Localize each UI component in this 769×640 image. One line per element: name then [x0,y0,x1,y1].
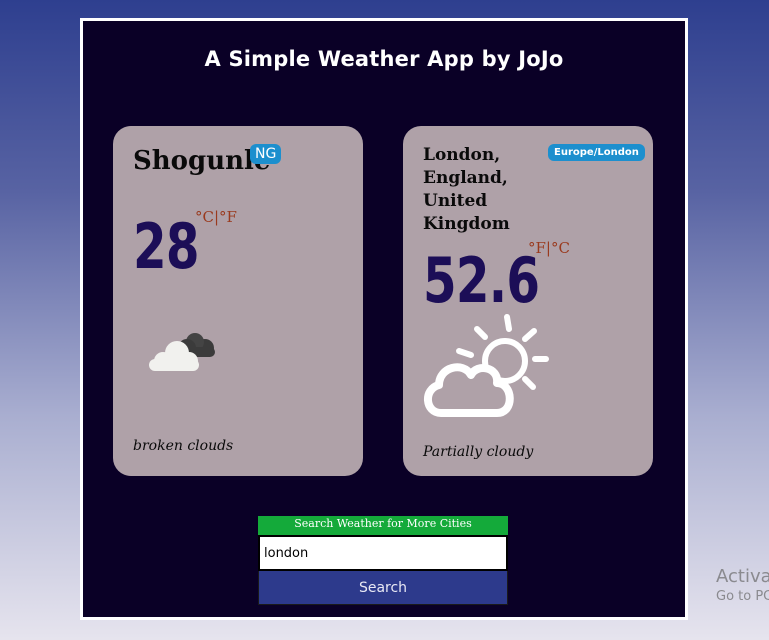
weather-card-london: London, England, United Kingdom Europe/L… [403,126,653,476]
country-badge: NG [250,144,282,164]
city-name: London, England, United Kingdom [423,145,510,234]
partly-cloudy-icon [419,309,559,433]
app-title: A Simple Weather App by JoJo [204,47,564,71]
watermark-title: Activa [716,566,769,587]
watermark-subtitle: Go to PC [716,589,769,604]
weather-description: Partially cloudy [423,444,534,460]
temperature-value: 28 [133,210,200,283]
weather-app: A Simple Weather App by JoJo Shogunle NG… [80,18,688,620]
broken-clouds-icon [143,331,223,385]
unit-toggle[interactable]: °F|°C [528,239,570,257]
search-button[interactable]: Search [258,571,508,605]
search-panel: Search Weather for More Cities Search [258,516,508,605]
unit-toggle[interactable]: °C|°F [195,208,237,226]
weather-description: broken clouds [133,438,234,454]
search-label: Search Weather for More Cities [258,516,508,535]
timezone-badge: Europe/London [548,144,645,161]
search-input[interactable] [258,535,508,571]
activation-watermark: Activa Go to PC [716,566,769,604]
weather-card-shogunle: Shogunle NG 28 °C|°F broken clouds [113,126,363,476]
temperature-value: 52.6 [423,244,540,317]
